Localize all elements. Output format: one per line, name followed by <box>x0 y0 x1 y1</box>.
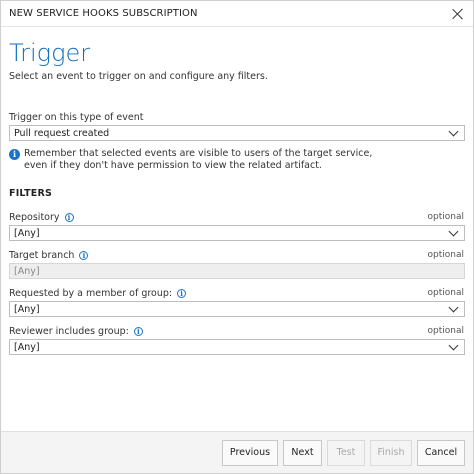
filters-heading: FILTERS <box>9 188 53 199</box>
event-type-label: Trigger on this type of event <box>9 111 144 123</box>
info-icon[interactable]: i <box>64 212 74 222</box>
info-icon: i <box>9 149 20 160</box>
dialog-title: NEW SERVICE HOOKS SUBSCRIPTION <box>9 8 198 19</box>
cancel-button[interactable]: Cancel <box>417 439 465 466</box>
target-branch-label-row: Target branch i optional <box>9 248 465 262</box>
event-type-select[interactable]: Pull request created <box>9 125 465 141</box>
info-icon[interactable]: i <box>79 250 89 260</box>
target-branch-input: [Any] <box>9 263 465 279</box>
optional-label: optional <box>427 288 464 298</box>
finish-button: Finish <box>370 439 412 466</box>
reviewer-label: Reviewer includes group: <box>9 325 129 337</box>
requested-by-label: Requested by a member of group: <box>9 287 173 299</box>
chevron-down-icon <box>448 226 459 236</box>
requested-by-label-wrap: Requested by a member of group: i <box>9 287 187 299</box>
chevron-down-icon <box>448 340 459 350</box>
notice-line-1: Remember that selected events are visibl… <box>24 148 373 159</box>
event-type-label-row: Trigger on this type of event <box>9 110 465 124</box>
chevron-down-icon <box>448 302 459 312</box>
reviewer-group: Reviewer includes group: i optional [Any… <box>9 324 465 355</box>
reviewer-value: [Any] <box>14 341 40 353</box>
repository-select[interactable]: [Any] <box>9 225 465 241</box>
page-title: Trigger <box>9 39 91 67</box>
visibility-notice: i Remember that selected events are visi… <box>9 148 465 172</box>
optional-label: optional <box>427 326 464 336</box>
close-icon[interactable] <box>451 7 465 21</box>
reviewer-label-wrap: Reviewer includes group: i <box>9 326 143 337</box>
repository-label-row: Repository i optional <box>9 210 465 224</box>
info-icon[interactable]: i <box>133 326 143 336</box>
notice-text: Remember that selected events are visibl… <box>24 148 372 172</box>
page-subtext: Select an event to trigger on and config… <box>9 71 268 82</box>
target-branch-label: Target branch <box>9 249 75 261</box>
next-button[interactable]: Next <box>283 439 322 466</box>
requested-by-value: [Any] <box>14 303 40 315</box>
target-branch-value: [Any] <box>14 265 40 277</box>
repository-group: Repository i optional [Any] <box>9 210 465 241</box>
event-type-value: Pull request created <box>14 127 110 139</box>
chevron-down-icon <box>448 126 459 136</box>
previous-button[interactable]: Previous <box>222 439 278 466</box>
service-hooks-dialog: NEW SERVICE HOOKS SUBSCRIPTION Trigger S… <box>0 0 474 474</box>
requested-by-label-row: Requested by a member of group: i option… <box>9 286 465 300</box>
repository-label: Repository <box>9 211 60 223</box>
info-icon[interactable]: i <box>177 288 187 298</box>
target-branch-label-wrap: Target branch i <box>9 249 89 261</box>
optional-label: optional <box>427 212 464 222</box>
optional-label: optional <box>427 250 464 260</box>
dialog-content: Trigger Select an event to trigger on an… <box>1 27 473 355</box>
repository-label-wrap: Repository i <box>9 212 74 223</box>
event-type-group: Trigger on this type of event Pull reque… <box>9 110 465 141</box>
test-button: Test <box>327 439 365 466</box>
repository-value: [Any] <box>14 227 40 239</box>
notice-line-2: even if they don't have permission to vi… <box>24 160 322 171</box>
requested-by-group: Requested by a member of group: i option… <box>9 286 465 317</box>
target-branch-group: Target branch i optional [Any] <box>9 248 465 279</box>
reviewer-label-row: Reviewer includes group: i optional <box>9 324 465 338</box>
reviewer-select[interactable]: [Any] <box>9 339 465 355</box>
dialog-titlebar: NEW SERVICE HOOKS SUBSCRIPTION <box>1 1 473 27</box>
dialog-footer: Previous Next Test Finish Cancel <box>1 431 473 473</box>
requested-by-select[interactable]: [Any] <box>9 301 465 317</box>
